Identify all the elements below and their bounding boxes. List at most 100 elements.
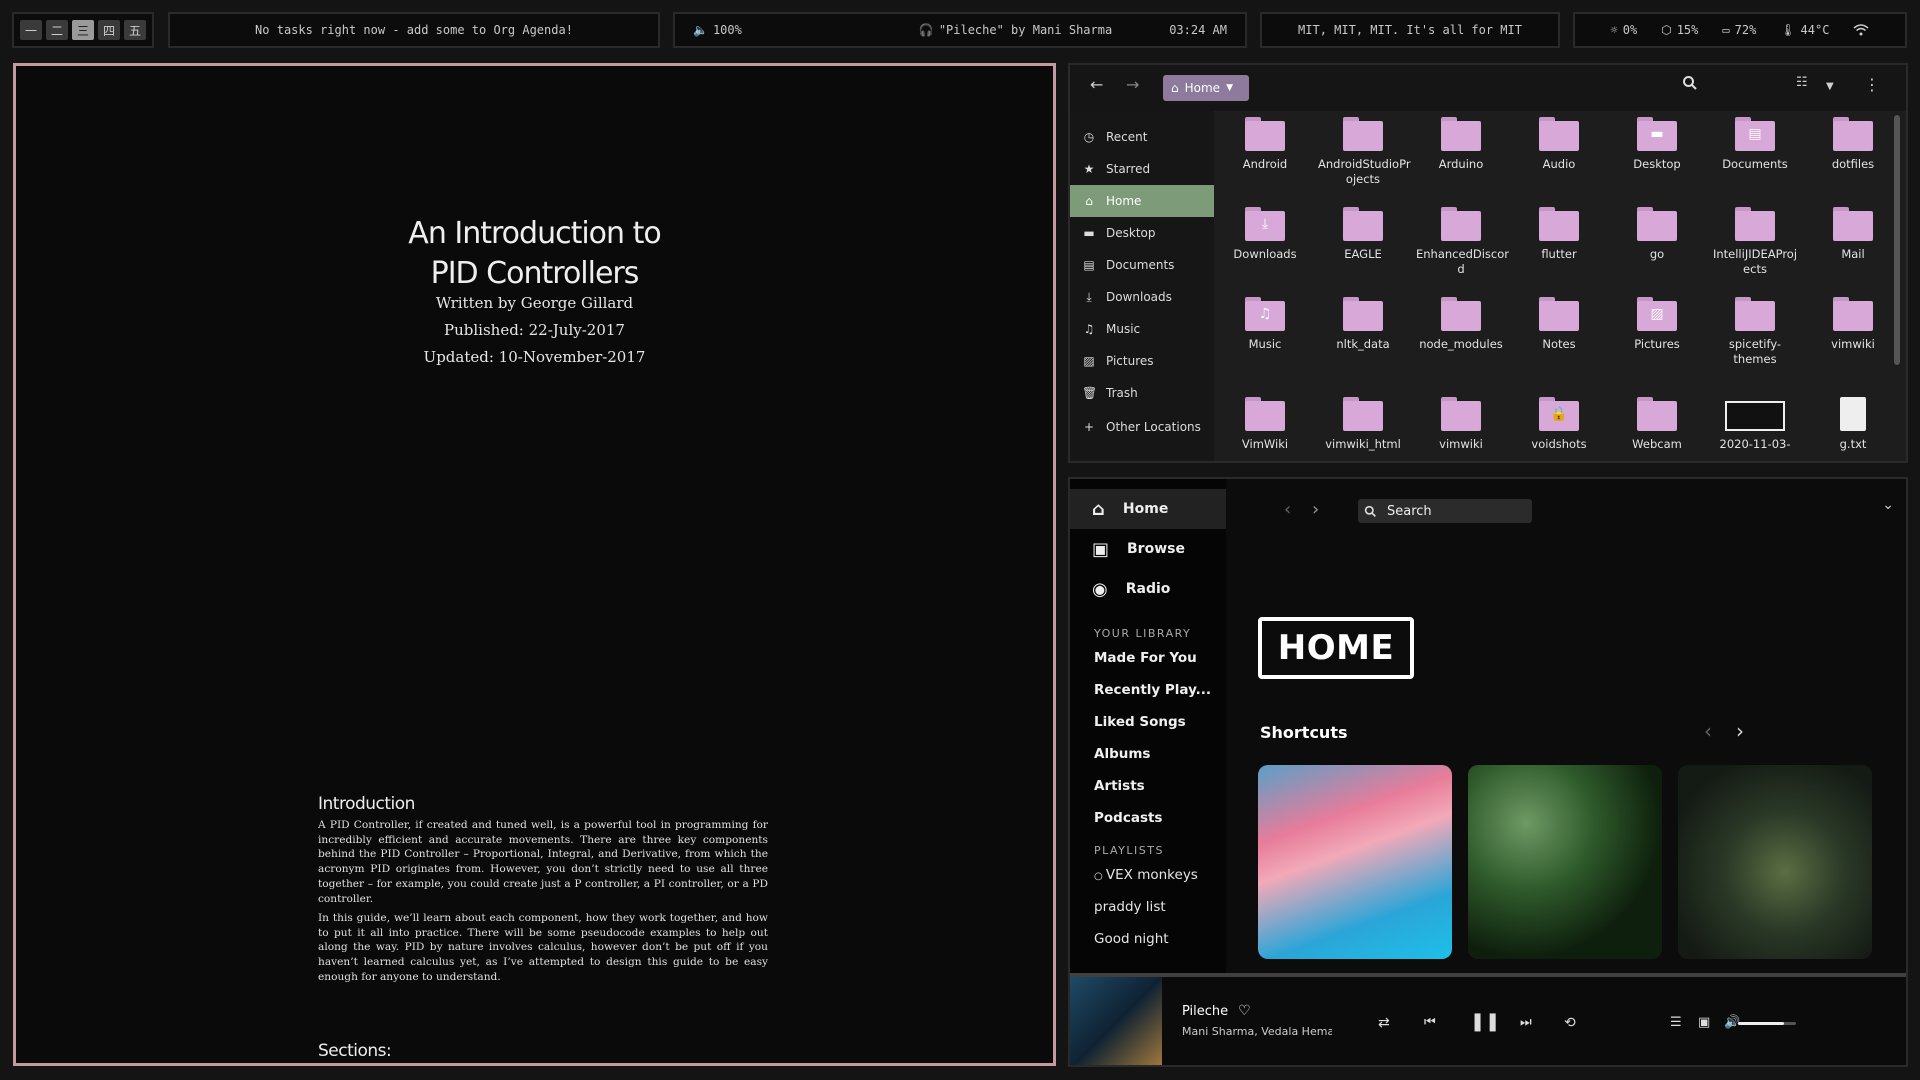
library-item[interactable]: Albums (1070, 738, 1226, 770)
file-item[interactable]: vimwiki (1808, 297, 1898, 352)
document-published: Published: 22-July-2017 (444, 321, 625, 339)
file-item[interactable]: Audio (1514, 117, 1604, 172)
view-options-button[interactable]: ▼ (1826, 81, 1834, 92)
shortcut-card-2[interactable] (1468, 765, 1662, 959)
library-heading: YOUR LIBRARY (1094, 627, 1192, 640)
file-item[interactable]: go (1612, 207, 1702, 262)
nav-browse[interactable]: ▣ Browse (1070, 529, 1226, 569)
sidebar-item-recent[interactable]: ◷ Recent (1070, 121, 1214, 153)
volume-indicator[interactable]: 🔈 100% (693, 23, 742, 37)
previous-button[interactable]: ⏮ (1424, 1015, 1436, 1030)
file-name: node_modules (1419, 337, 1503, 351)
nav-label: Home (1122, 501, 1169, 517)
track-artists[interactable]: Mani Sharma, Vedala Hemac (1182, 1025, 1332, 1038)
menu-button[interactable]: ⋮ (1864, 75, 1880, 94)
sidebar-item-documents[interactable]: ▤ Documents (1070, 249, 1214, 281)
library-item[interactable]: Liked Songs (1070, 706, 1226, 738)
playlist-name: VEX monkeys (1105, 867, 1198, 883)
nav-radio[interactable]: ◉ Radio (1070, 569, 1226, 609)
file-item[interactable]: Android (1220, 117, 1310, 172)
file-item[interactable]: ▨ Pictures (1612, 297, 1702, 352)
pause-button[interactable]: ❚❚ (1470, 1011, 1500, 1032)
trash-icon: 🗑 (1082, 386, 1098, 400)
shuffle-button[interactable]: ⇄ (1378, 1015, 1390, 1031)
file-grid-scrollbar[interactable] (1894, 115, 1900, 365)
file-item[interactable]: g.txt (1808, 397, 1898, 452)
view-toggle-button[interactable]: ☷ (1796, 75, 1808, 90)
search-button[interactable] (1682, 75, 1698, 95)
sidebar-item-pictures[interactable]: ▨ Pictures (1070, 345, 1214, 377)
file-item[interactable]: VimWiki (1220, 397, 1310, 452)
file-item[interactable]: Mail (1808, 207, 1898, 262)
volume-slider[interactable] (1738, 1022, 1796, 1025)
search-input[interactable]: Search (1358, 499, 1532, 523)
sidebar-item-starred[interactable]: ★ Starred (1070, 153, 1214, 185)
workspace-2[interactable]: 二 (46, 20, 68, 40)
file-item[interactable]: EAGLE (1318, 207, 1408, 262)
nav-forward-button[interactable]: › (1312, 499, 1319, 520)
sidebar-item-label: Trash (1106, 386, 1138, 400)
workspace-5[interactable]: 五 (124, 20, 146, 40)
workspace-1[interactable]: 一 (20, 20, 42, 40)
track-title[interactable]: Pileche (1182, 1004, 1228, 1019)
folder-icon (1539, 117, 1579, 151)
sidebar-item-other-locations[interactable]: + Other Locations (1070, 411, 1214, 443)
chevron-down-icon[interactable]: ⌄ (1882, 497, 1894, 513)
file-item[interactable]: Arduino (1416, 117, 1506, 172)
file-item[interactable]: IntelliJIDEAProj ects (1710, 207, 1800, 277)
wifi-icon[interactable] (1853, 24, 1869, 36)
file-item[interactable]: nltk_data (1318, 297, 1408, 352)
file-item[interactable]: Webcam (1612, 397, 1702, 452)
shortcut-card-3[interactable] (1678, 765, 1872, 959)
queue-icon[interactable]: ☰ (1670, 1015, 1682, 1030)
file-item[interactable]: ⤓ Downloads (1220, 207, 1310, 262)
workspace-3[interactable]: 三 (72, 20, 94, 40)
file-item[interactable]: spicetify-themes (1710, 297, 1800, 367)
file-item[interactable]: ▬ Desktop (1612, 117, 1702, 172)
file-item[interactable]: ♫ Music (1220, 297, 1310, 352)
file-item[interactable]: dotfiles (1808, 117, 1898, 172)
file-name: Desktop (1633, 157, 1681, 171)
library-item[interactable]: Made For You (1070, 642, 1226, 674)
file-item[interactable]: Notes (1514, 297, 1604, 352)
album-art[interactable] (1070, 977, 1162, 1065)
file-item[interactable]: node_modules (1416, 297, 1506, 352)
nav-home[interactable]: ⌂ Home (1070, 489, 1226, 529)
file-item[interactable]: ▤ Documents (1710, 117, 1800, 172)
file-item[interactable]: vimwiki_html (1318, 397, 1408, 452)
file-item[interactable]: AndroidStudioPr ojects (1318, 117, 1411, 187)
file-item[interactable]: 🔒 voidshots (1514, 397, 1604, 452)
library-item[interactable]: Recently Play... (1070, 674, 1226, 706)
heart-icon[interactable]: ♡ (1238, 1003, 1251, 1019)
file-item[interactable]: EnhancedDiscor d (1416, 207, 1509, 277)
playlist-item[interactable]: ○ VEX monkeys (1070, 859, 1226, 891)
breadcrumb-home[interactable]: ⌂ Home ▼ (1163, 75, 1249, 101)
playlist-item[interactable]: Good night (1070, 923, 1226, 955)
sidebar-item-music[interactable]: ♫ Music (1070, 313, 1214, 345)
repeat-button[interactable]: ⟲ (1564, 1015, 1576, 1031)
workspace-4[interactable]: 四 (98, 20, 120, 40)
now-playing[interactable]: 🎧 "Pileche" by Mani Sharma (919, 23, 1112, 37)
library-item[interactable]: Podcasts (1070, 802, 1226, 834)
nav-back-button[interactable]: ‹ (1284, 499, 1291, 520)
devices-icon[interactable]: ▣ (1698, 1015, 1710, 1030)
back-button[interactable]: ← (1090, 75, 1103, 94)
forward-button[interactable]: → (1126, 75, 1139, 94)
pdf-viewer[interactable]: An Introduction to PID Controllers Writt… (13, 63, 1056, 1066)
library-item[interactable]: Artists (1070, 770, 1226, 802)
sidebar-item-home[interactable]: ⌂ Home (1070, 185, 1214, 217)
playlist-item[interactable]: praddy list (1070, 891, 1226, 923)
sidebar-item-desktop[interactable]: ▬ Desktop (1070, 217, 1214, 249)
sidebar-item-trash[interactable]: 🗑 Trash (1070, 377, 1214, 409)
agenda-text: No tasks right now - add some to Org Age… (255, 23, 573, 37)
file-item[interactable]: vimwiki (1416, 397, 1506, 452)
shortcuts-prev-button[interactable]: ‹ (1704, 719, 1712, 743)
file-item[interactable]: flutter (1514, 207, 1604, 262)
sidebar-item-downloads[interactable]: ⤓ Downloads (1070, 281, 1214, 313)
file-name: Mail (1841, 247, 1865, 261)
shortcuts-next-button[interactable]: › (1736, 719, 1744, 743)
next-button[interactable]: ⏭ (1520, 1015, 1532, 1030)
intro-paragraph-2: In this guide, we’ll learn about each co… (318, 912, 768, 983)
shortcut-card-1[interactable] (1258, 765, 1452, 959)
file-item[interactable]: 2020-11-03- (1710, 397, 1800, 452)
